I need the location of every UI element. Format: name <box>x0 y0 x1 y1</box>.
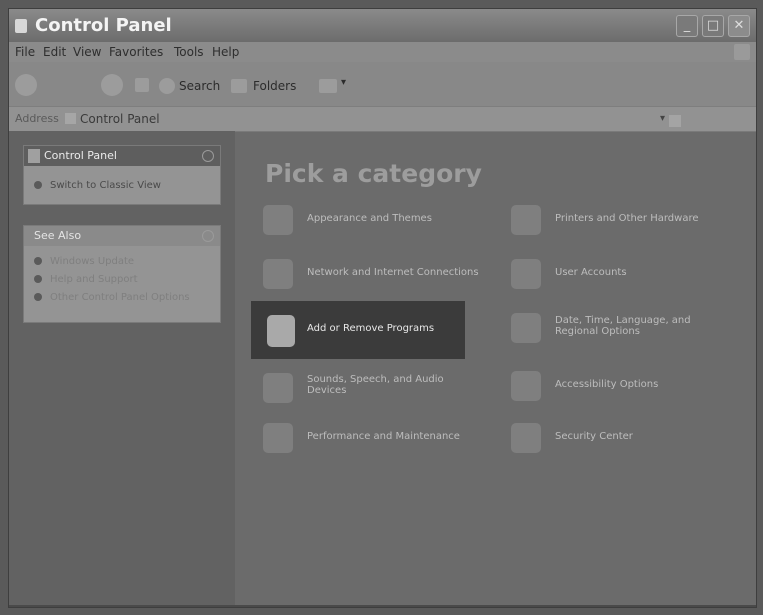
window-title: Control Panel <box>35 15 172 36</box>
add-remove-icon <box>267 315 295 347</box>
title-bar: Control Panel _ □ ✕ <box>9 9 756 42</box>
close-icon: ✕ <box>733 18 745 33</box>
appearance-icon <box>263 205 293 235</box>
printer-icon <box>511 205 541 235</box>
collapse-icon[interactable] <box>202 150 214 162</box>
switch-view-link[interactable]: Switch to Classic View <box>34 180 161 191</box>
switch-view-icon <box>34 181 42 189</box>
category-label: Performance and Maintenance <box>307 431 460 442</box>
security-icon <box>511 423 541 453</box>
performance-icon <box>263 423 293 453</box>
toolbar: Search Folders ▾ <box>9 62 756 106</box>
minimize-button[interactable]: _ <box>676 15 698 37</box>
category-label: Printers and Other Hardware <box>555 213 699 224</box>
menu-bar: File Edit View Favorites Tools Help <box>9 42 756 62</box>
folders-button[interactable]: Folders <box>253 79 296 93</box>
control-panel-box-title: Control Panel <box>44 149 117 162</box>
back-arrow-icon[interactable] <box>15 74 37 96</box>
task-pane: Control Panel Switch to Classic View See… <box>9 131 235 607</box>
menu-view[interactable]: View <box>73 45 101 59</box>
close-button[interactable]: ✕ <box>728 15 750 37</box>
accessibility-icon <box>511 371 541 401</box>
category-label: Network and Internet Connections <box>307 267 479 278</box>
switch-view-label: Switch to Classic View <box>50 180 161 191</box>
views-icon[interactable] <box>319 79 337 93</box>
maximize-icon: □ <box>706 18 720 33</box>
search-button[interactable]: Search <box>179 79 220 93</box>
help-support-label: Help and Support <box>50 274 138 285</box>
go-icon[interactable] <box>669 115 681 127</box>
other-options-label: Other Control Panel Options <box>50 292 190 303</box>
help-icon <box>34 275 42 283</box>
menu-favorites[interactable]: Favorites <box>109 45 163 59</box>
page-title: Pick a category <box>265 159 482 188</box>
category-label: Date, Time, Language, and Regional Optio… <box>555 315 691 337</box>
control-panel-window: Control Panel _ □ ✕ File Edit View Favor… <box>8 8 757 608</box>
category-view: Pick a category Appearance and Themes Ne… <box>235 131 756 607</box>
control-panel-icon <box>65 113 76 124</box>
control-panel-box-header[interactable]: Control Panel <box>24 146 220 166</box>
up-folder-icon[interactable] <box>135 78 149 92</box>
address-value: Control Panel <box>80 112 160 126</box>
folders-icon[interactable] <box>231 79 247 93</box>
see-also-collapse-icon[interactable] <box>202 230 214 242</box>
see-also-header[interactable]: See Also <box>24 226 220 246</box>
address-field[interactable]: Control Panel ▾ <box>65 110 705 127</box>
category-label: Sounds, Speech, and Audio Devices <box>307 374 444 396</box>
see-also-box: See Also Windows Update Help and Support… <box>23 225 221 323</box>
other-options-icon <box>34 293 42 301</box>
address-dropdown-icon[interactable]: ▾ <box>660 113 665 124</box>
help-support-link[interactable]: Help and Support <box>34 274 138 285</box>
category-label: Appearance and Themes <box>307 213 432 224</box>
window-bottom-edge <box>9 605 756 607</box>
date-time-icon <box>511 313 541 343</box>
users-icon <box>511 259 541 289</box>
category-label: Security Center <box>555 431 633 442</box>
sound-icon <box>263 373 293 403</box>
category-label: User Accounts <box>555 267 627 278</box>
search-icon[interactable] <box>159 78 175 94</box>
address-bar: Address Control Panel ▾ <box>9 106 756 132</box>
other-options-link[interactable]: Other Control Panel Options <box>34 292 190 303</box>
windows-update-label: Windows Update <box>50 256 135 267</box>
menu-edit[interactable]: Edit <box>43 45 66 59</box>
control-panel-box: Control Panel Switch to Classic View <box>23 145 221 205</box>
network-icon <box>263 259 293 289</box>
minimize-icon: _ <box>683 18 691 33</box>
menu-file[interactable]: File <box>15 45 35 59</box>
menu-tools[interactable]: Tools <box>174 45 204 59</box>
address-label: Address <box>15 112 59 125</box>
category-label: Accessibility Options <box>555 379 659 390</box>
windows-update-icon <box>34 257 42 265</box>
windows-logo-icon <box>734 44 750 60</box>
control-panel-title-icon <box>15 19 27 33</box>
see-also-title: See Also <box>34 229 82 242</box>
category-label: Add or Remove Programs <box>307 323 435 334</box>
views-dropdown-arrow-icon[interactable]: ▾ <box>341 77 346 88</box>
forward-arrow-icon[interactable] <box>101 74 123 96</box>
category-add-remove-programs[interactable]: Add or Remove Programs <box>251 301 465 359</box>
control-panel-box-icon <box>28 149 40 163</box>
maximize-button[interactable]: □ <box>702 15 724 37</box>
menu-help[interactable]: Help <box>212 45 239 59</box>
windows-update-link[interactable]: Windows Update <box>34 256 134 267</box>
